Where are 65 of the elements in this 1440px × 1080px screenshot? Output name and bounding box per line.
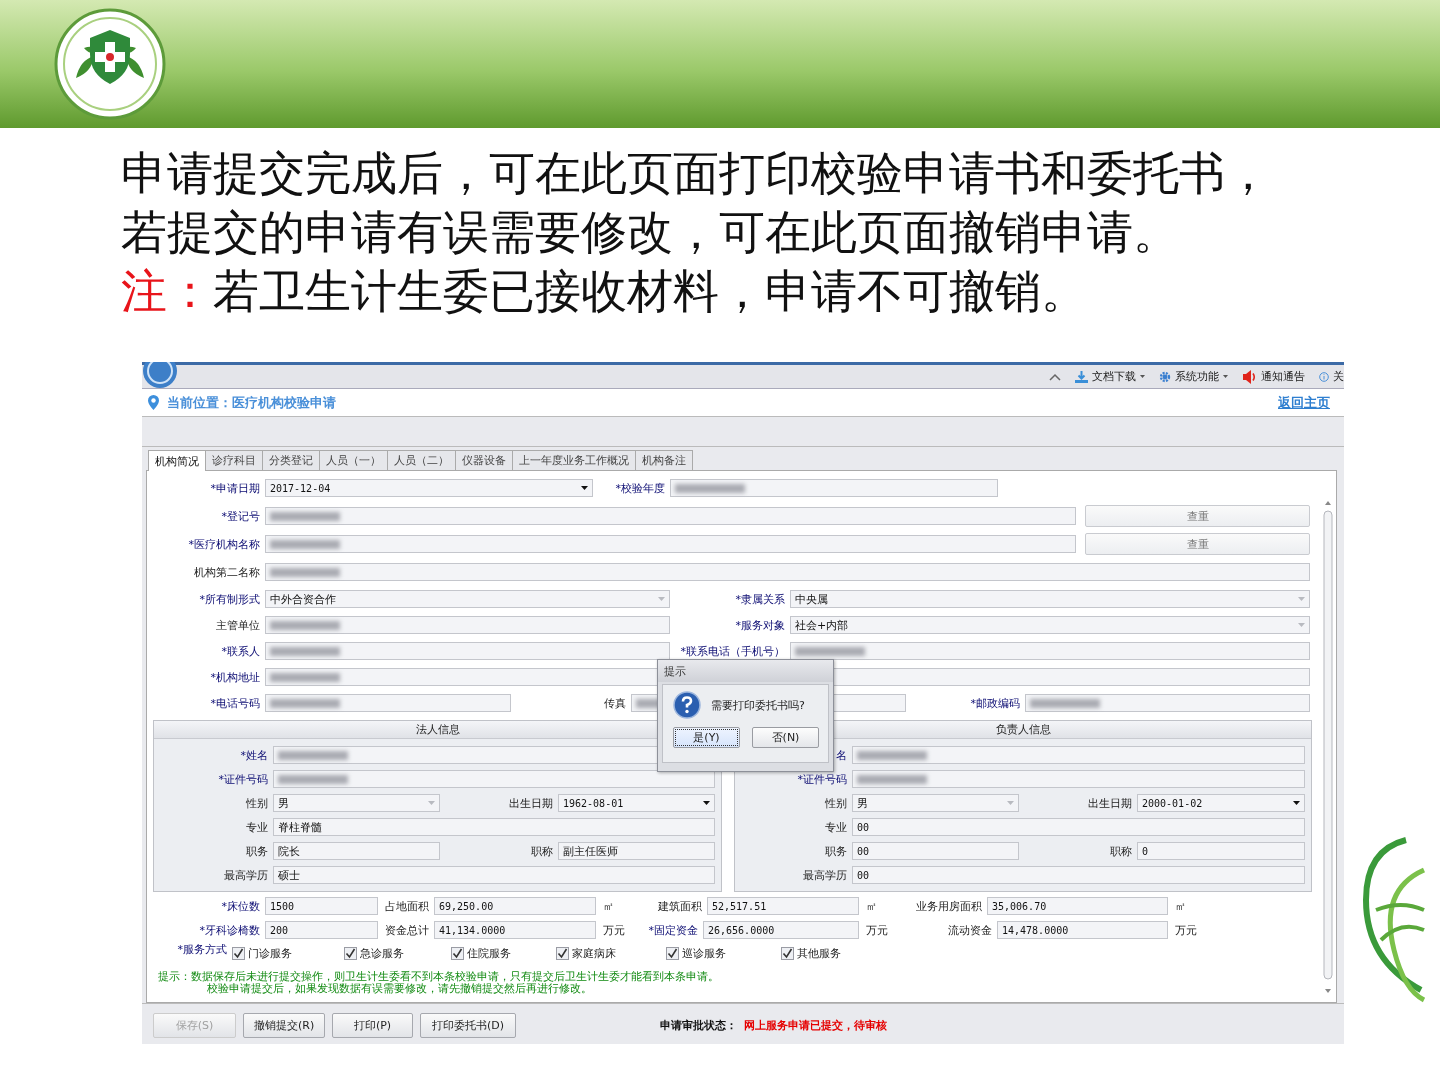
field-label: 性别 [246, 795, 268, 811]
field-label: *证件号码 [797, 771, 847, 787]
checkbox-label: 急诊服务 [360, 946, 404, 961]
field-label: 流动资金 [948, 922, 992, 938]
field-label: *电话号码 [210, 695, 260, 711]
instruction-text: 申请提交完成后，可在此页面打印校验申请书和委托书， [121, 145, 1272, 202]
instruction-text: 若提交的申请有误需要修改，可在此页面撤销申请。 [121, 204, 1180, 261]
field-label: *服务方式 [177, 942, 227, 957]
status-label: 申请审批状态： [660, 1018, 737, 1033]
field-label: 专业 [246, 819, 268, 835]
field-label: 出生日期 [509, 795, 553, 811]
hint-text: 校验申请提交后，如果发现数据有误需要修改，请先撤销提交然后再进行修改。 [207, 983, 592, 995]
field-label: *机构地址 [210, 669, 260, 685]
field-label: 业务用房面积 [916, 898, 982, 914]
field-label: 职称 [1110, 843, 1132, 859]
field-label: *联系人 [221, 643, 260, 659]
field-label: 性别 [825, 795, 847, 811]
unit-label: 万元 [602, 922, 626, 938]
field-label: 占地面积 [385, 898, 429, 914]
dialog-title: 提示 [664, 663, 686, 679]
field-label: 出生日期 [1088, 795, 1132, 811]
field-label: 专业 [825, 819, 847, 835]
field-label: *床位数 [221, 898, 260, 914]
field-label: *联系电话（手机号） [680, 643, 785, 659]
field-label: *服务对象 [735, 617, 785, 633]
field-label: 机构第二名称 [194, 564, 260, 580]
field-label: *校验年度 [615, 480, 665, 496]
field-label: 职称 [531, 843, 553, 859]
checkbox-label: 巡诊服务 [682, 946, 726, 961]
field-label: 最高学历 [803, 867, 847, 883]
breadcrumb: 当前位置：医疗机构校验申请 [167, 393, 336, 412]
field-label: *隶属关系 [735, 591, 785, 607]
status-value: 网上服务申请已提交，待审核 [744, 1018, 887, 1033]
field-label: 资金总计 [385, 922, 429, 938]
field-label: 职务 [825, 843, 847, 859]
group-title: 负责人信息 [995, 722, 1051, 737]
field-label: *固定资金 [648, 922, 698, 938]
checkbox-label: 家庭病床 [572, 946, 616, 961]
checkbox-label: 其他服务 [797, 946, 841, 961]
unit-label: ㎡ [1174, 898, 1187, 914]
field-label: 职务 [246, 843, 268, 859]
field-label: 传真 [604, 695, 626, 711]
field-label: *邮政编码 [970, 695, 1020, 711]
checkbox-label: 住院服务 [467, 946, 511, 961]
dialog-message: 需要打印委托书吗? [711, 697, 805, 713]
field-label: *医疗机构名称 [188, 536, 260, 552]
field-label: *所有制形式 [199, 591, 260, 607]
field-label: *证件号码 [218, 771, 268, 787]
field-label: *姓名 [240, 747, 268, 763]
field-label: *牙科诊椅数 [199, 922, 260, 938]
note-label: 注： [121, 264, 213, 318]
checkbox-label: 门诊服务 [248, 946, 292, 961]
field-label: *登记号 [221, 508, 260, 524]
field-label: 主管单位 [216, 617, 260, 633]
unit-label: 万元 [1174, 922, 1198, 938]
field-label: 名 [836, 747, 847, 763]
unit-label: ㎡ [602, 898, 615, 914]
unit-label: ㎡ [865, 898, 878, 914]
field-label: 建筑面积 [658, 898, 702, 914]
note-text: 若卫生计生委已接收材料，申请不可撤销。 [213, 264, 1087, 318]
field-label: 最高学历 [224, 867, 268, 883]
unit-label: 万元 [865, 922, 889, 938]
hint-text: 提示：数据保存后未进行提交操作，则卫生计生委看不到本条校验申请，只有提交后卫生计生委才能看到本条申请。 [158, 971, 720, 983]
field-label: *申请日期 [210, 480, 260, 496]
group-title: 法人信息 [415, 722, 460, 737]
